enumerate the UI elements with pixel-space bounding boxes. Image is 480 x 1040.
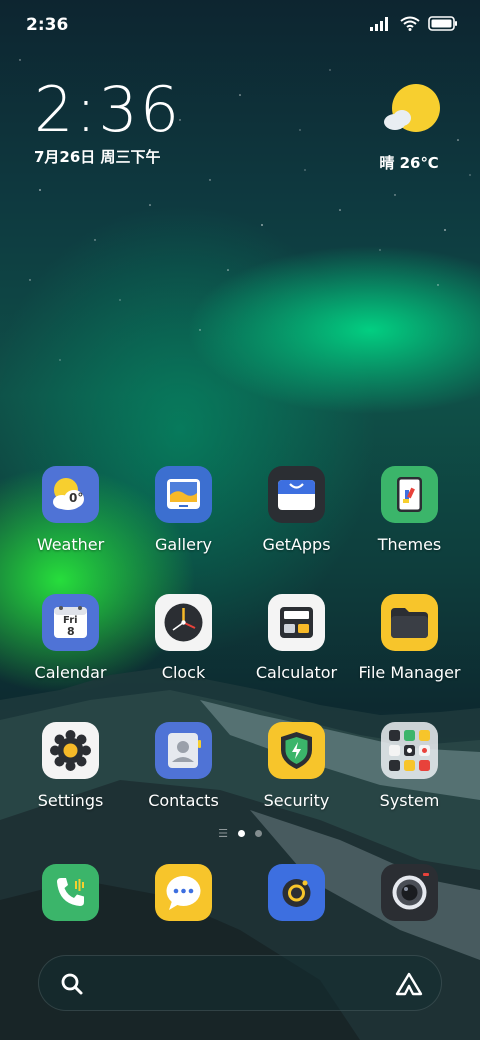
app-label: Weather — [36, 535, 105, 554]
status-time: 2:36 — [26, 15, 69, 35]
app-weather[interactable]: 0° Weather — [14, 466, 127, 554]
dock-camera[interactable] — [353, 864, 466, 921]
themes-icon — [381, 466, 438, 523]
messaging-icon — [155, 864, 212, 921]
camera-icon — [381, 864, 438, 921]
system-folder-icon — [381, 722, 438, 779]
clock-widget-date: 7月26日 周三下午 — [34, 148, 161, 166]
search-bar[interactable] — [38, 955, 442, 1011]
app-file-manager[interactable]: File Manager — [353, 594, 466, 682]
phone-icon — [42, 864, 99, 921]
app-list-menu-icon[interactable]: ☰ — [218, 828, 228, 839]
signal-icon — [370, 16, 388, 31]
page-dot-active[interactable] — [237, 830, 245, 837]
wifi-icon — [400, 16, 420, 31]
calendar-app-date: 8 — [67, 625, 75, 638]
gallery-icon — [155, 466, 212, 523]
status-icons — [370, 16, 458, 31]
search-icon[interactable] — [60, 972, 84, 996]
app-label: Clock — [161, 663, 206, 682]
app-grid: 0° Weather Gallery GetApps Themes Fri 8 … — [14, 466, 466, 810]
calculator-icon — [268, 594, 325, 651]
app-label: Calendar — [34, 663, 107, 682]
clock-widget[interactable]: 2:36 7月26日 周三下午 — [34, 78, 181, 167]
dock-browser[interactable] — [240, 864, 353, 921]
app-label: Settings — [37, 791, 104, 810]
app-system-folder[interactable]: System — [353, 722, 466, 810]
app-gallery[interactable]: Gallery — [127, 466, 240, 554]
weather-icon: 0° — [42, 466, 99, 523]
dock-phone[interactable] — [14, 864, 127, 921]
app-themes[interactable]: Themes — [353, 466, 466, 554]
app-label: Security — [263, 791, 330, 810]
app-label: Calculator — [255, 663, 338, 682]
settings-icon — [42, 722, 99, 779]
app-security[interactable]: Security — [240, 722, 353, 810]
weather-widget[interactable]: 晴 26℃ — [374, 84, 444, 173]
assistant-icon[interactable] — [395, 972, 423, 996]
app-contacts[interactable]: Contacts — [127, 722, 240, 810]
app-getapps[interactable]: GetApps — [240, 466, 353, 554]
app-clock[interactable]: Clock — [127, 594, 240, 682]
sun-cloud-icon — [384, 84, 440, 132]
browser-icon — [268, 864, 325, 921]
security-icon — [268, 722, 325, 779]
weather-app-badge: 0° — [69, 491, 84, 505]
app-settings[interactable]: Settings — [14, 722, 127, 810]
page-indicator[interactable]: ☰ — [0, 828, 480, 839]
contacts-icon — [155, 722, 212, 779]
battery-icon — [428, 16, 457, 31]
getapps-icon — [268, 466, 325, 523]
dock — [14, 864, 466, 921]
status-bar: 2:36 — [0, 0, 480, 50]
weather-widget-text: 晴 26℃ — [379, 154, 439, 172]
dock-messaging[interactable] — [127, 864, 240, 921]
clock-widget-time: 2:36 — [34, 73, 182, 146]
app-calculator[interactable]: Calculator — [240, 594, 353, 682]
app-label: System — [379, 791, 440, 810]
app-label: Gallery — [155, 535, 212, 554]
app-label: GetApps — [262, 535, 331, 554]
calendar-icon: Fri 8 — [42, 594, 99, 651]
file-manager-icon — [381, 594, 438, 651]
app-calendar[interactable]: Fri 8 Calendar — [14, 594, 127, 682]
clock-icon — [155, 594, 212, 651]
app-label: Contacts — [148, 791, 219, 810]
page-dot[interactable] — [254, 830, 262, 837]
app-label: Themes — [377, 535, 442, 554]
app-label: File Manager — [358, 663, 461, 682]
